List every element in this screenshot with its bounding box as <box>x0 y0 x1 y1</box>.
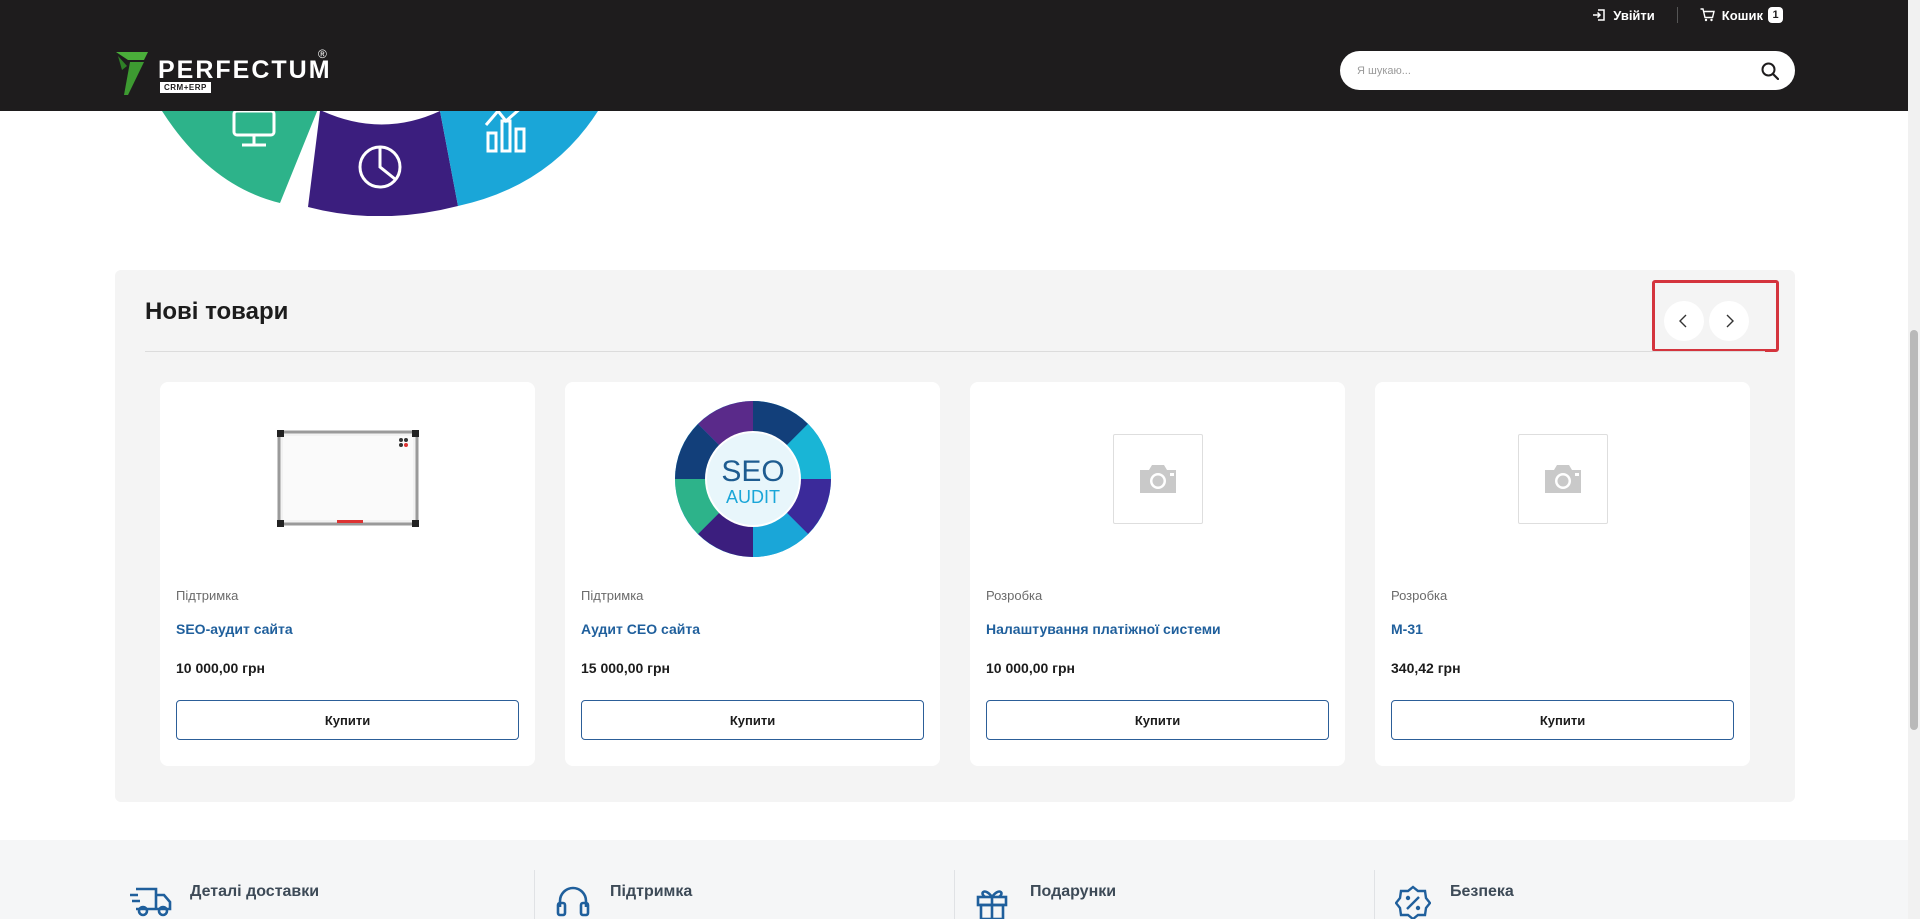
product-category: Розробка <box>1391 588 1448 603</box>
logo-mark-icon <box>116 52 148 95</box>
gift-icon <box>975 885 1009 924</box>
scrollbar-thumb[interactable] <box>1910 330 1918 730</box>
hero-graphic <box>150 111 610 216</box>
feature-divider <box>534 870 535 919</box>
cart-icon <box>1700 8 1715 22</box>
search-input[interactable] <box>1357 64 1759 77</box>
product-image[interactable]: SEO AUDIT <box>565 396 940 561</box>
product-price: 340,42 грн <box>1391 660 1461 676</box>
feature-title: Подарунки <box>1030 883 1117 900</box>
logo-text: PERFECTUM <box>158 56 332 84</box>
feature-title: Безпека <box>1450 883 1514 900</box>
product-category: Підтримка <box>581 588 644 603</box>
product-image[interactable] <box>160 396 535 561</box>
product-name-link[interactable]: Налаштування платіжної системи <box>986 621 1221 637</box>
feature-title: Деталі доставки <box>190 883 320 900</box>
buy-button[interactable]: Купити <box>176 700 519 740</box>
headset-icon <box>556 885 590 924</box>
cart-label: Кошик <box>1721 7 1763 23</box>
chevron-right-icon <box>1726 314 1734 328</box>
buy-button[interactable]: Купити <box>1391 700 1734 740</box>
seo-audit-image: SEO AUDIT <box>674 400 831 557</box>
product-price: 10 000,00 грн <box>986 660 1076 676</box>
logo-badge: CRM+ERP <box>160 82 211 93</box>
feature-divider <box>954 870 955 919</box>
feature-divider <box>1374 870 1375 919</box>
product-category: Розробка <box>986 588 1043 603</box>
features-strip: Деталі доставки Підтримка Подарунки Безп… <box>0 840 1908 921</box>
carousel-prev-button[interactable] <box>1664 301 1704 341</box>
image-placeholder <box>1112 433 1203 524</box>
product-category: Підтримка <box>176 588 239 603</box>
new-products-section: Нові товари Підтримка SEO-аудит сайта 10… <box>115 270 1795 802</box>
camera-icon <box>1544 464 1581 493</box>
login-link[interactable]: Увійти <box>1592 8 1655 23</box>
login-label: Увійти <box>1613 7 1655 23</box>
whiteboard-image <box>276 429 419 527</box>
search-box <box>1340 51 1795 90</box>
product-card: Підтримка SEO-аудит сайта 10 000,00 грн … <box>160 382 535 766</box>
product-image[interactable] <box>970 396 1345 561</box>
percent-badge-icon <box>1394 885 1432 924</box>
truck-icon <box>130 885 174 924</box>
buy-button[interactable]: Купити <box>986 700 1329 740</box>
section-divider <box>145 351 1765 352</box>
image-placeholder <box>1517 433 1608 524</box>
feature-title: Підтримка <box>610 883 693 900</box>
cart-link[interactable]: Кошик 1 <box>1700 7 1783 23</box>
top-bar: Увійти Кошик 1 <box>0 0 1908 30</box>
section-title: Нові товари <box>145 298 289 325</box>
perfectum-logo[interactable]: PERFECTUM ® CRM+ERP <box>116 47 336 100</box>
product-name-link[interactable]: Аудит СЕО сайта <box>581 621 700 637</box>
cart-count-badge: 1 <box>1768 7 1783 23</box>
buy-button[interactable]: Купити <box>581 700 924 740</box>
product-image[interactable] <box>1375 396 1750 561</box>
topbar-divider <box>1676 7 1678 23</box>
search-button[interactable] <box>1759 60 1781 82</box>
product-name-link[interactable]: М-31 <box>1391 621 1423 637</box>
audit-text: AUDIT <box>726 487 780 507</box>
page-scrollbar[interactable] <box>1908 0 1920 919</box>
camera-icon <box>1139 464 1176 493</box>
search-icon <box>1761 62 1779 80</box>
carousel-next-button[interactable] <box>1709 301 1749 341</box>
chevron-left-icon <box>1679 314 1687 328</box>
product-price: 15 000,00 грн <box>581 660 671 676</box>
login-icon <box>1593 9 1605 21</box>
product-price: 10 000,00 грн <box>176 660 266 676</box>
site-header: PERFECTUM ® CRM+ERP <box>0 30 1908 111</box>
product-card: SEO AUDIT Підтримка Аудит СЕО сайта 15 0… <box>565 382 940 766</box>
product-card: Розробка М-31 340,42 грн Купити <box>1375 382 1750 766</box>
seo-text: SEO <box>721 455 784 488</box>
product-card: Розробка Налаштування платіжної системи … <box>970 382 1345 766</box>
product-name-link[interactable]: SEO-аудит сайта <box>176 621 293 637</box>
hero-circle-graphic <box>162 111 598 216</box>
logo-registered-mark: ® <box>318 47 327 61</box>
